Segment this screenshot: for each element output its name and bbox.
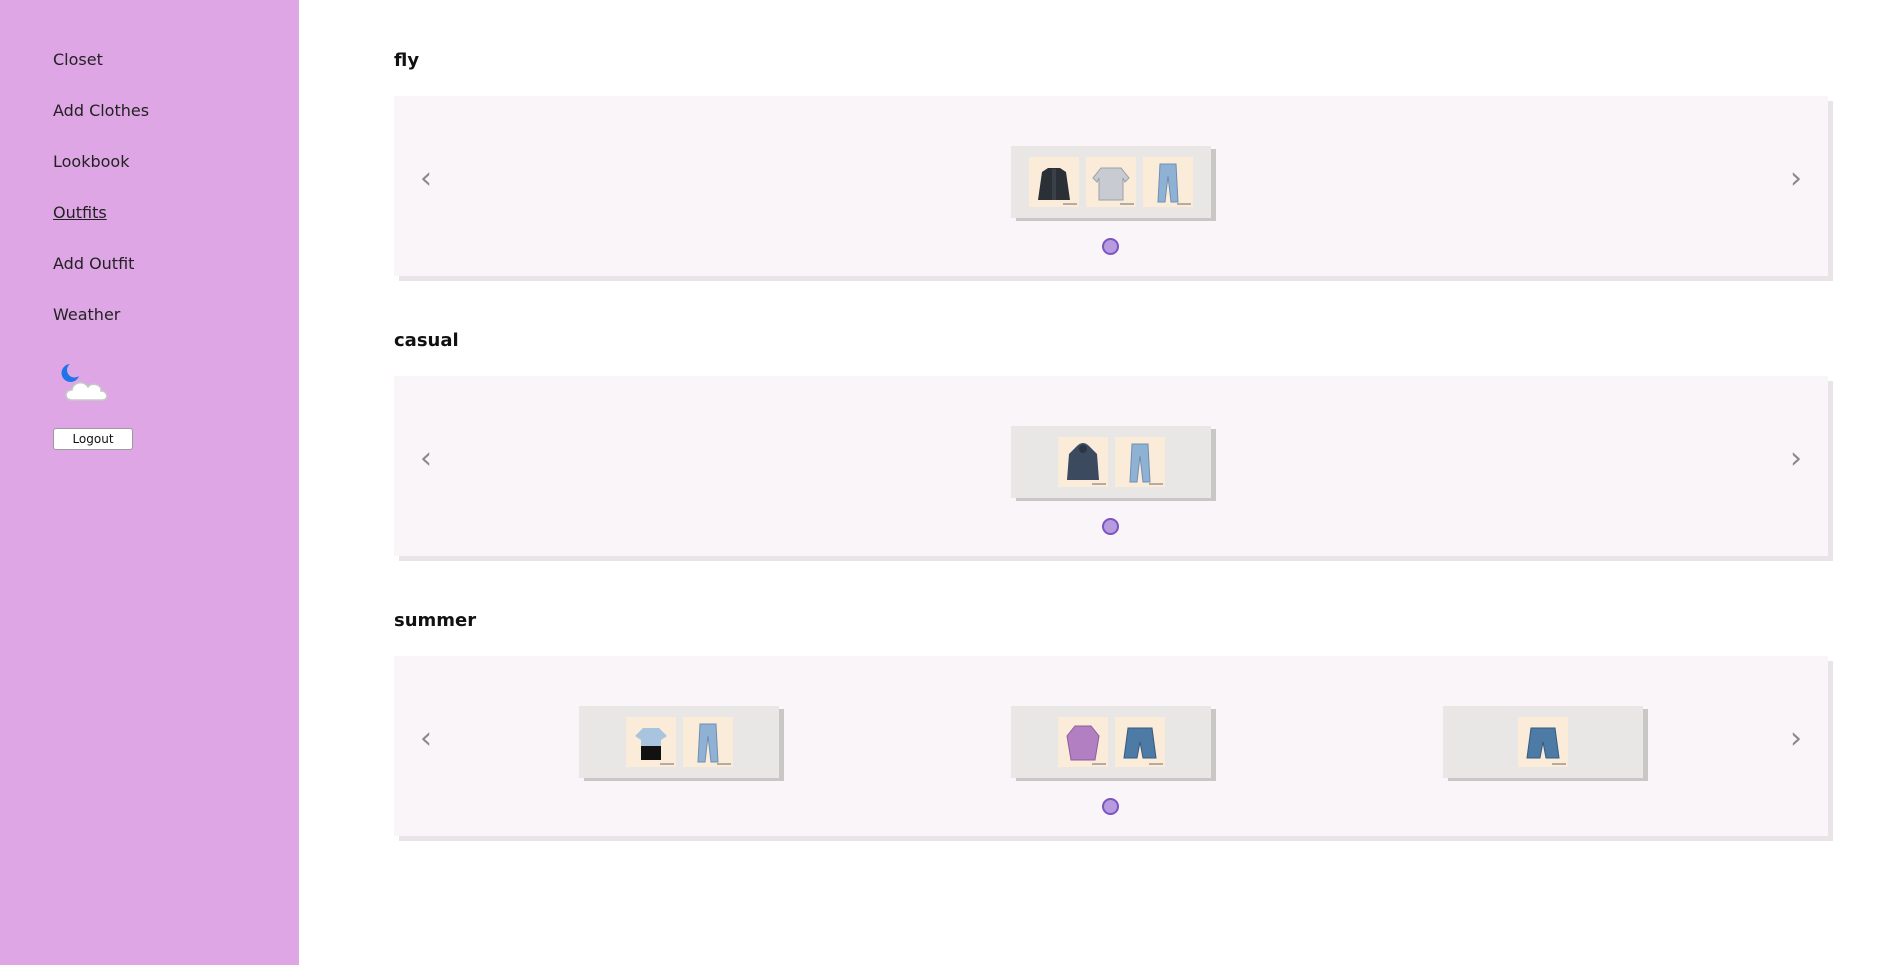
hoodie-icon <box>1066 443 1099 480</box>
nav-item-lookbook: Lookbook <box>53 152 149 203</box>
denim-shorts-icon <box>1526 727 1560 759</box>
clothing-thumbnail <box>1057 717 1108 767</box>
outfit-card[interactable] <box>1011 146 1211 218</box>
nav-list: Closet Add Clothes Lookbook Outfits Add … <box>53 50 149 356</box>
shirt-icon <box>1065 725 1100 761</box>
carousel-indicator-dot[interactable] <box>1102 798 1119 815</box>
nav-link-closet[interactable]: Closet <box>53 50 103 69</box>
carousel-indicator-dot[interactable] <box>1102 238 1119 255</box>
outfit-carousel: ‹ › <box>394 376 1828 556</box>
nav-link-lookbook[interactable]: Lookbook <box>53 152 129 171</box>
nav-item-add-clothes: Add Clothes <box>53 101 149 152</box>
carousel-prev-arrow-icon[interactable]: ‹ <box>420 444 432 474</box>
carousel-next-arrow-icon[interactable]: › <box>1790 164 1802 194</box>
outfit-title: casual <box>394 330 459 351</box>
nav-link-add-clothes[interactable]: Add Clothes <box>53 101 149 120</box>
outfit-carousel: ‹ › <box>394 656 1828 836</box>
jacket-icon <box>1038 168 1070 200</box>
clothing-thumbnail <box>1143 157 1193 207</box>
carousel-prev-arrow-icon[interactable]: ‹ <box>420 164 432 194</box>
jeans-icon <box>1157 163 1179 203</box>
sidebar: Closet Add Clothes Lookbook Outfits Add … <box>0 0 299 965</box>
clothing-thumbnail <box>1057 437 1108 487</box>
nav-item-outfits: Outfits <box>53 203 149 254</box>
outfit-card[interactable] <box>1011 426 1211 498</box>
tshirt-icon <box>634 728 667 760</box>
clothing-thumbnail <box>682 717 733 767</box>
sweater-icon <box>1092 167 1130 201</box>
jeans-icon <box>696 723 719 763</box>
jeans-icon <box>1128 443 1151 483</box>
clothing-thumbnail <box>1114 717 1165 767</box>
clothing-thumbnail <box>1114 437 1165 487</box>
nav-item-closet: Closet <box>53 50 149 101</box>
nav-item-add-outfit: Add Outfit <box>53 254 149 305</box>
denim-shorts-icon <box>1122 727 1157 759</box>
nav-link-add-outfit[interactable]: Add Outfit <box>53 254 134 273</box>
outfit-carousel: ‹ › <box>394 96 1828 276</box>
outfit-title: fly <box>394 50 420 71</box>
outfit-card[interactable] <box>1443 706 1643 778</box>
clothing-thumbnail <box>625 717 676 767</box>
carousel-indicator-dot[interactable] <box>1102 518 1119 535</box>
carousel-next-arrow-icon[interactable]: › <box>1790 444 1802 474</box>
outfit-title: summer <box>394 610 477 631</box>
nav-item-weather: Weather <box>53 305 149 356</box>
outfit-card[interactable] <box>1011 706 1211 778</box>
clothing-thumbnail <box>1518 717 1568 767</box>
outfit-card[interactable] <box>579 706 779 778</box>
clothing-thumbnail <box>1086 157 1136 207</box>
clothing-thumbnail <box>1029 157 1079 207</box>
nav-link-weather[interactable]: Weather <box>53 305 120 324</box>
night-cloudy-icon <box>61 364 108 401</box>
carousel-next-arrow-icon[interactable]: › <box>1790 724 1802 754</box>
carousel-prev-arrow-icon[interactable]: ‹ <box>420 724 432 754</box>
logout-button[interactable]: Logout <box>53 428 133 450</box>
nav-link-outfits[interactable]: Outfits <box>53 203 107 222</box>
